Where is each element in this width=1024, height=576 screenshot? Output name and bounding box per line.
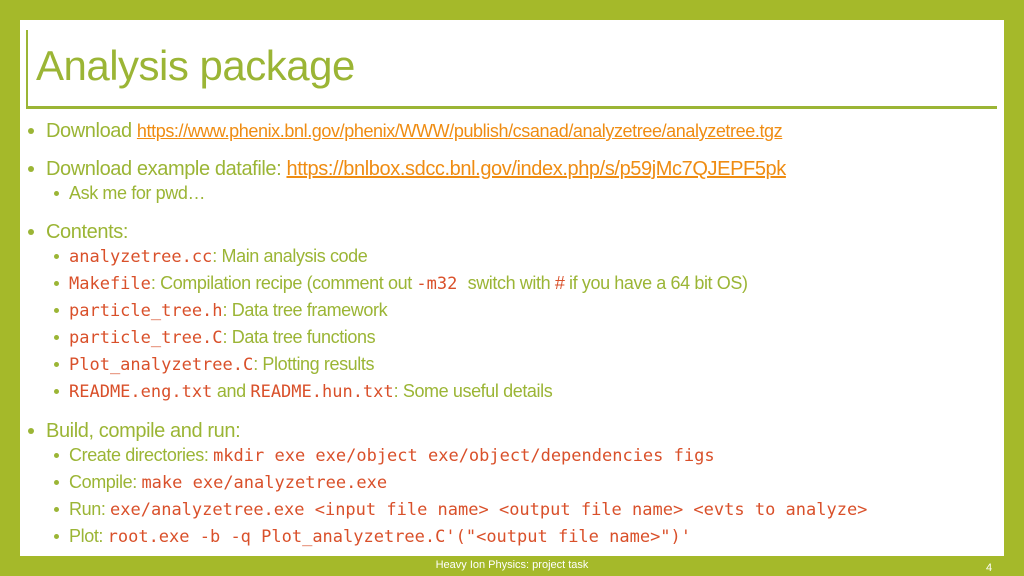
- bullet-icon: [54, 388, 59, 394]
- bullet-text: Run:: [69, 499, 111, 519]
- bullet-item: analyzetree.cc: Main analysis code: [54, 246, 368, 267]
- code-text: exe/analyzetree.exe <input file name> <o…: [110, 500, 868, 520]
- bullet-icon: [28, 127, 34, 134]
- code-text: root.exe -b -q Plot_analyzetree.C'("<out…: [107, 527, 692, 547]
- bullet-text: #: [554, 273, 565, 293]
- bullet-item: Run: exe/analyzetree.exe <input file nam…: [54, 499, 867, 520]
- bullet-text: if you have a 64 bit OS): [564, 273, 748, 293]
- bullet-item: particle_tree.C: Data tree functions: [54, 327, 376, 348]
- footer-text: Heavy Ion Physics: project task: [435, 559, 589, 571]
- bullet-text: and: [212, 381, 251, 401]
- bullet-item: Ask me for pwd…: [54, 183, 205, 204]
- bullet-icon: [54, 452, 59, 458]
- code-text: -m32: [416, 274, 468, 294]
- bullet-icon: [54, 190, 59, 196]
- title-underline: [26, 106, 997, 109]
- code-text: analyzetree.cc: [69, 247, 213, 267]
- bullet-text: Plot:: [69, 526, 108, 546]
- bullet-text: : Some useful details: [393, 381, 553, 401]
- bullet-item: README.eng.txt and README.hun.txt: Some …: [54, 381, 553, 402]
- bullet-text: switch with: [467, 273, 555, 293]
- bullet-text: Build, compile and run:: [46, 420, 241, 442]
- hyperlink[interactable]: https://bnlbox.sdcc.bnl.gov/index.php/s/…: [286, 158, 786, 180]
- bullet-text: : Compilation recipe (comment out: [150, 273, 417, 293]
- bullet-icon: [54, 506, 59, 512]
- bullet-icon: [28, 228, 34, 235]
- page-number: 4: [986, 562, 993, 574]
- bullet-icon: [28, 165, 34, 172]
- bullet-icon: [54, 253, 59, 259]
- code-text: README.eng.txt: [69, 382, 213, 402]
- code-text: particle_tree.h: [69, 301, 223, 321]
- bullet-text: Download example datafile:: [46, 158, 287, 180]
- bullet-text: Ask me for pwd…: [69, 183, 206, 203]
- bullet-text: : Main analysis code: [212, 246, 368, 266]
- bullet-text: : Data tree functions: [222, 327, 376, 347]
- bullet-item: Contents:: [28, 221, 128, 244]
- code-text: README.hun.txt: [250, 382, 394, 402]
- bullet-text: Compile:: [69, 472, 142, 492]
- slide: Analysis package Download https://www.ph…: [20, 20, 1004, 556]
- bullet-item: Download example datafile: https://bnlbo…: [28, 158, 786, 181]
- code-text: Makefile: [69, 274, 151, 294]
- code-text: particle_tree.C: [69, 328, 223, 348]
- bullet-icon: [54, 280, 59, 286]
- bullet-icon: [54, 361, 59, 367]
- code-text: Plot_analyzetree.C: [69, 355, 254, 375]
- bullet-item: Create directories: mkdir exe exe/object…: [54, 445, 715, 466]
- bullet-item: Compile: make exe/analyzetree.exe: [54, 472, 387, 493]
- bullet-item: Build, compile and run:: [28, 420, 241, 443]
- bullet-text: : Plotting results: [253, 354, 375, 374]
- bullet-item: Plot_analyzetree.C: Plotting results: [54, 354, 374, 375]
- bullet-item: particle_tree.h: Data tree framework: [54, 300, 388, 321]
- page-title: Analysis package: [36, 42, 355, 89]
- title-accent-vertical-line: [26, 30, 28, 108]
- code-text: mkdir exe exe/object exe/object/dependen…: [213, 446, 715, 466]
- bullet-item: Makefile: Compilation recipe (comment ou…: [54, 273, 748, 294]
- bullet-item: Plot: root.exe -b -q Plot_analyzetree.C'…: [54, 526, 691, 547]
- bullet-text: Contents:: [46, 221, 129, 243]
- bullet-icon: [28, 427, 34, 434]
- bullet-icon: [54, 334, 59, 340]
- bullet-item: Download https://www.phenix.bnl.gov/phen…: [28, 120, 783, 143]
- code-text: make exe/analyzetree.exe: [141, 473, 388, 493]
- bullet-icon: [54, 533, 59, 539]
- bullet-icon: [54, 479, 59, 485]
- bullet-text: : Data tree framework: [222, 300, 388, 320]
- bullet-icon: [54, 307, 59, 313]
- bullet-text: Create directories:: [69, 445, 214, 465]
- bullet-text: Download: [46, 120, 137, 142]
- hyperlink[interactable]: https://www.phenix.bnl.gov/phenix/WWW/pu…: [137, 121, 783, 141]
